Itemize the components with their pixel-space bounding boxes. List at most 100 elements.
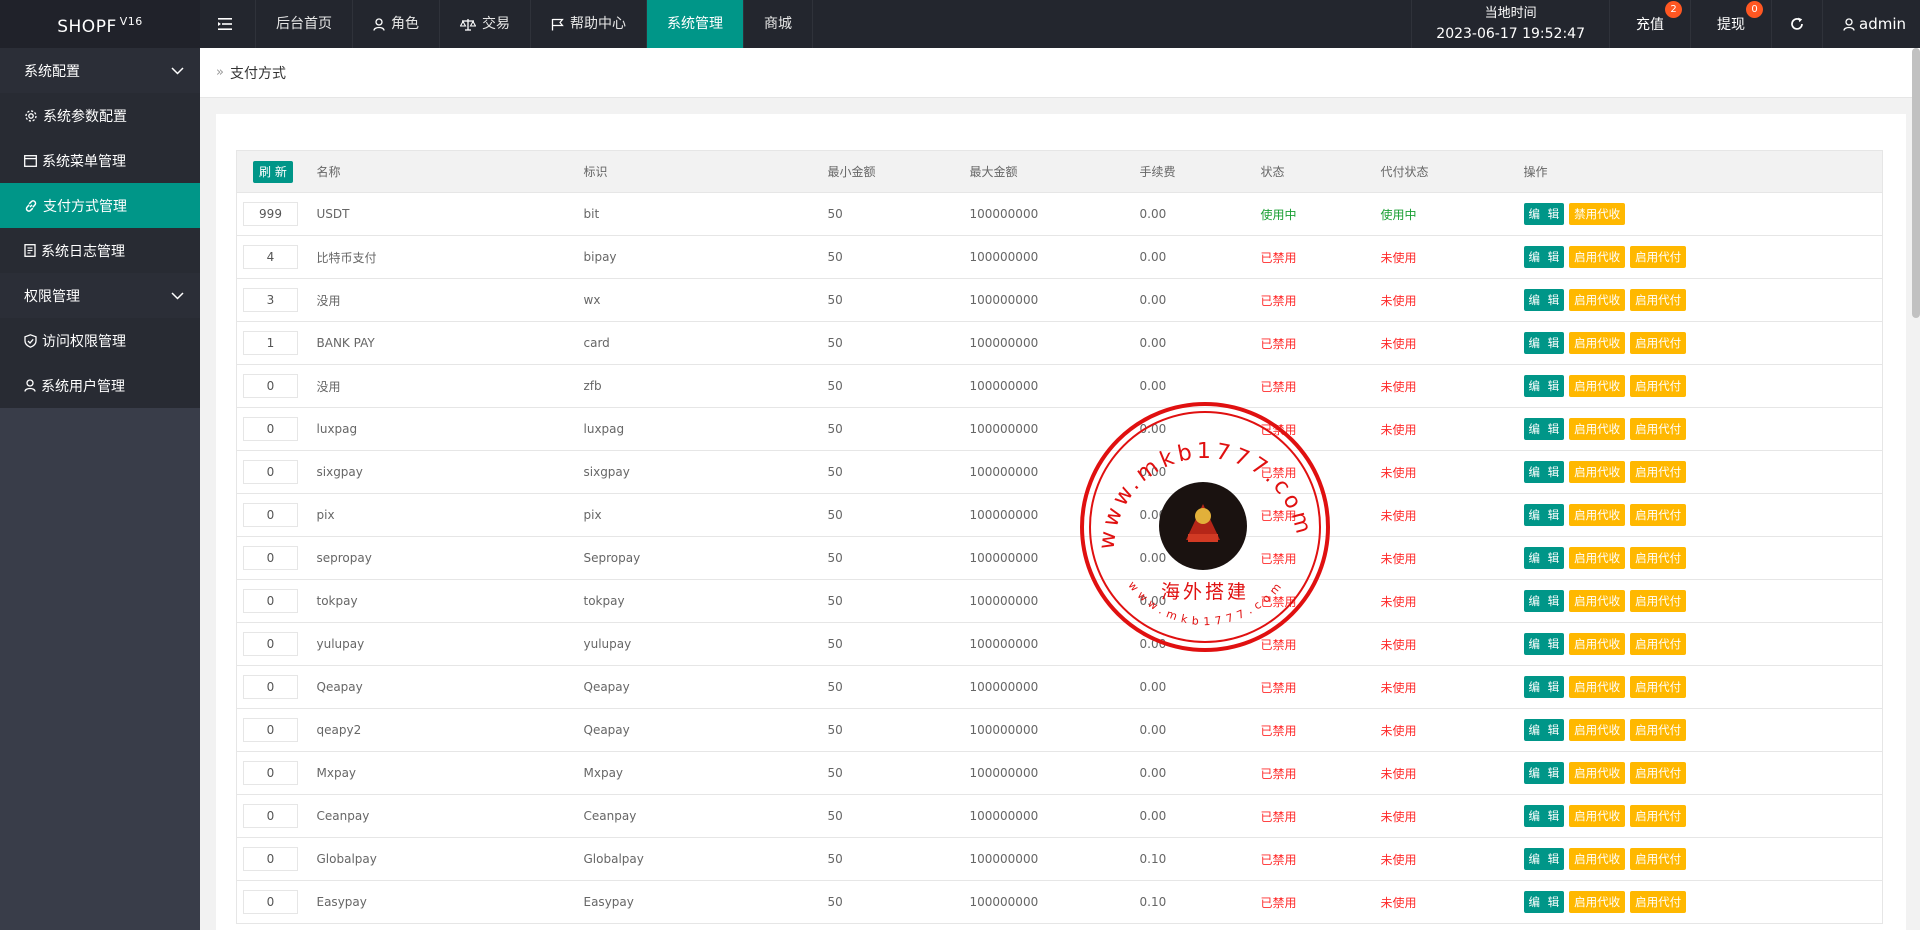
edit-button[interactable]: 编 辑	[1523, 461, 1565, 483]
sort-order-input[interactable]	[243, 417, 298, 441]
enable-collect-button[interactable]: 启用代收	[1569, 762, 1626, 784]
sort-order-input[interactable]	[243, 890, 298, 914]
page-scrollbar[interactable]	[1912, 48, 1920, 318]
refresh-button[interactable]: 刷 新	[253, 160, 293, 183]
enable-payout-button[interactable]: 启用代付	[1630, 891, 1687, 913]
enable-payout-button[interactable]: 启用代付	[1630, 676, 1687, 698]
sort-order-input[interactable]	[243, 847, 298, 871]
enable-collect-button[interactable]: 启用代收	[1569, 375, 1626, 397]
edit-button[interactable]: 编 辑	[1523, 676, 1565, 698]
sort-order-input[interactable]	[243, 761, 298, 785]
user-menu[interactable]: admin	[1822, 0, 1920, 48]
cell-code: pix	[575, 493, 820, 537]
enable-payout-button[interactable]: 启用代付	[1630, 762, 1687, 784]
enable-payout-button[interactable]: 启用代付	[1630, 547, 1687, 569]
edit-button[interactable]: 编 辑	[1523, 203, 1565, 225]
sort-order-input[interactable]	[243, 503, 298, 527]
cell-code: luxpag	[575, 407, 820, 451]
enable-payout-button[interactable]: 启用代付	[1630, 719, 1687, 741]
sort-order-input[interactable]	[243, 202, 298, 226]
cell-payout-status: 未使用	[1372, 751, 1516, 795]
nav-item-help[interactable]: 帮助中心	[531, 0, 647, 48]
enable-collect-button[interactable]: 启用代收	[1569, 246, 1626, 268]
sort-order-input[interactable]	[243, 675, 298, 699]
nav-item-roles[interactable]: 角色	[353, 0, 440, 48]
enable-collect-button[interactable]: 启用代收	[1569, 891, 1626, 913]
edit-button[interactable]: 编 辑	[1523, 719, 1565, 741]
cell-fee: 0.00	[1131, 536, 1253, 580]
enable-collect-button[interactable]: 启用代收	[1569, 461, 1626, 483]
sort-order-input[interactable]	[243, 804, 298, 828]
enable-payout-button[interactable]: 启用代付	[1630, 590, 1687, 612]
enable-collect-button[interactable]: 启用代收	[1569, 289, 1626, 311]
refresh-page-button[interactable]	[1771, 0, 1822, 48]
enable-payout-button[interactable]: 启用代付	[1630, 848, 1687, 870]
cell-actions: 编 辑禁用代收	[1515, 192, 1883, 236]
enable-payout-button[interactable]: 启用代付	[1630, 461, 1687, 483]
edit-button[interactable]: 编 辑	[1523, 375, 1565, 397]
sort-order-input[interactable]	[243, 374, 298, 398]
edit-button[interactable]: 编 辑	[1523, 805, 1565, 827]
recharge-button[interactable]: 充值 2	[1609, 0, 1690, 48]
enable-collect-button[interactable]: 启用代收	[1569, 633, 1626, 655]
enable-collect-button[interactable]: 启用代收	[1569, 418, 1626, 440]
sort-order-input[interactable]	[243, 632, 298, 656]
cell-code: Qeapay	[575, 665, 820, 709]
enable-payout-button[interactable]: 启用代付	[1630, 246, 1687, 268]
sort-order-input[interactable]	[243, 546, 298, 570]
edit-button[interactable]: 编 辑	[1523, 547, 1565, 569]
sort-order-input[interactable]	[243, 460, 298, 484]
edit-button[interactable]: 编 辑	[1523, 762, 1565, 784]
disable-collect-button[interactable]: 禁用代收	[1569, 203, 1626, 225]
edit-button[interactable]: 编 辑	[1523, 848, 1565, 870]
enable-payout-button[interactable]: 启用代付	[1630, 504, 1687, 526]
enable-payout-button[interactable]: 启用代付	[1630, 805, 1687, 827]
enable-collect-button[interactable]: 启用代收	[1569, 504, 1626, 526]
cell-max: 100000000	[961, 579, 1132, 623]
edit-button[interactable]: 编 辑	[1523, 332, 1565, 354]
nav-item-mall[interactable]: 商城	[744, 0, 813, 48]
sort-order-input[interactable]	[243, 288, 298, 312]
edit-button[interactable]: 编 辑	[1523, 418, 1565, 440]
menu-toggle-button[interactable]	[200, 0, 256, 48]
sort-order-input[interactable]	[243, 589, 298, 613]
sidebar-group-permissions[interactable]: 权限管理	[0, 273, 200, 318]
enable-collect-button[interactable]: 启用代收	[1569, 676, 1626, 698]
enable-payout-button[interactable]: 启用代付	[1630, 332, 1687, 354]
enable-collect-button[interactable]: 启用代收	[1569, 848, 1626, 870]
enable-collect-button[interactable]: 启用代收	[1569, 547, 1626, 569]
withdraw-button[interactable]: 提现 0	[1690, 0, 1771, 48]
sidebar-item-logs[interactable]: 系统日志管理	[0, 228, 200, 273]
sidebar-group-system-config[interactable]: 系统配置	[0, 48, 200, 93]
enable-payout-button[interactable]: 启用代付	[1630, 375, 1687, 397]
sidebar-item-params[interactable]: 系统参数配置	[0, 93, 200, 138]
enable-payout-button[interactable]: 启用代付	[1630, 289, 1687, 311]
sidebar-item-menus[interactable]: 系统菜单管理	[0, 138, 200, 183]
sort-order-input[interactable]	[243, 245, 298, 269]
enable-collect-button[interactable]: 启用代收	[1569, 805, 1626, 827]
edit-button[interactable]: 编 辑	[1523, 590, 1565, 612]
sidebar-item-users[interactable]: 系统用户管理	[0, 363, 200, 408]
edit-button[interactable]: 编 辑	[1523, 289, 1565, 311]
sidebar-item-payment-methods[interactable]: 支付方式管理	[0, 183, 200, 228]
enable-collect-button[interactable]: 启用代收	[1569, 590, 1626, 612]
nav-item-dashboard[interactable]: 后台首页	[256, 0, 353, 48]
sort-order-input[interactable]	[243, 718, 298, 742]
enable-payout-button[interactable]: 启用代付	[1630, 633, 1687, 655]
sort-order-input[interactable]	[243, 331, 298, 355]
edit-button[interactable]: 编 辑	[1523, 633, 1565, 655]
cell-max: 100000000	[961, 493, 1132, 537]
enable-collect-button[interactable]: 启用代收	[1569, 332, 1626, 354]
nav-item-system[interactable]: 系统管理	[647, 0, 744, 48]
cell-name: Easypay	[308, 880, 576, 924]
nav-item-trade[interactable]: 交易	[440, 0, 531, 48]
sidebar-item-access[interactable]: 访问权限管理	[0, 318, 200, 363]
edit-button[interactable]: 编 辑	[1523, 246, 1565, 268]
enable-payout-button[interactable]: 启用代付	[1630, 418, 1687, 440]
app-logo[interactable]: SHOPF V16	[0, 0, 200, 48]
edit-button[interactable]: 编 辑	[1523, 891, 1565, 913]
cell-payout-status: 未使用	[1372, 278, 1516, 322]
user-icon	[24, 379, 36, 392]
enable-collect-button[interactable]: 启用代收	[1569, 719, 1626, 741]
edit-button[interactable]: 编 辑	[1523, 504, 1565, 526]
